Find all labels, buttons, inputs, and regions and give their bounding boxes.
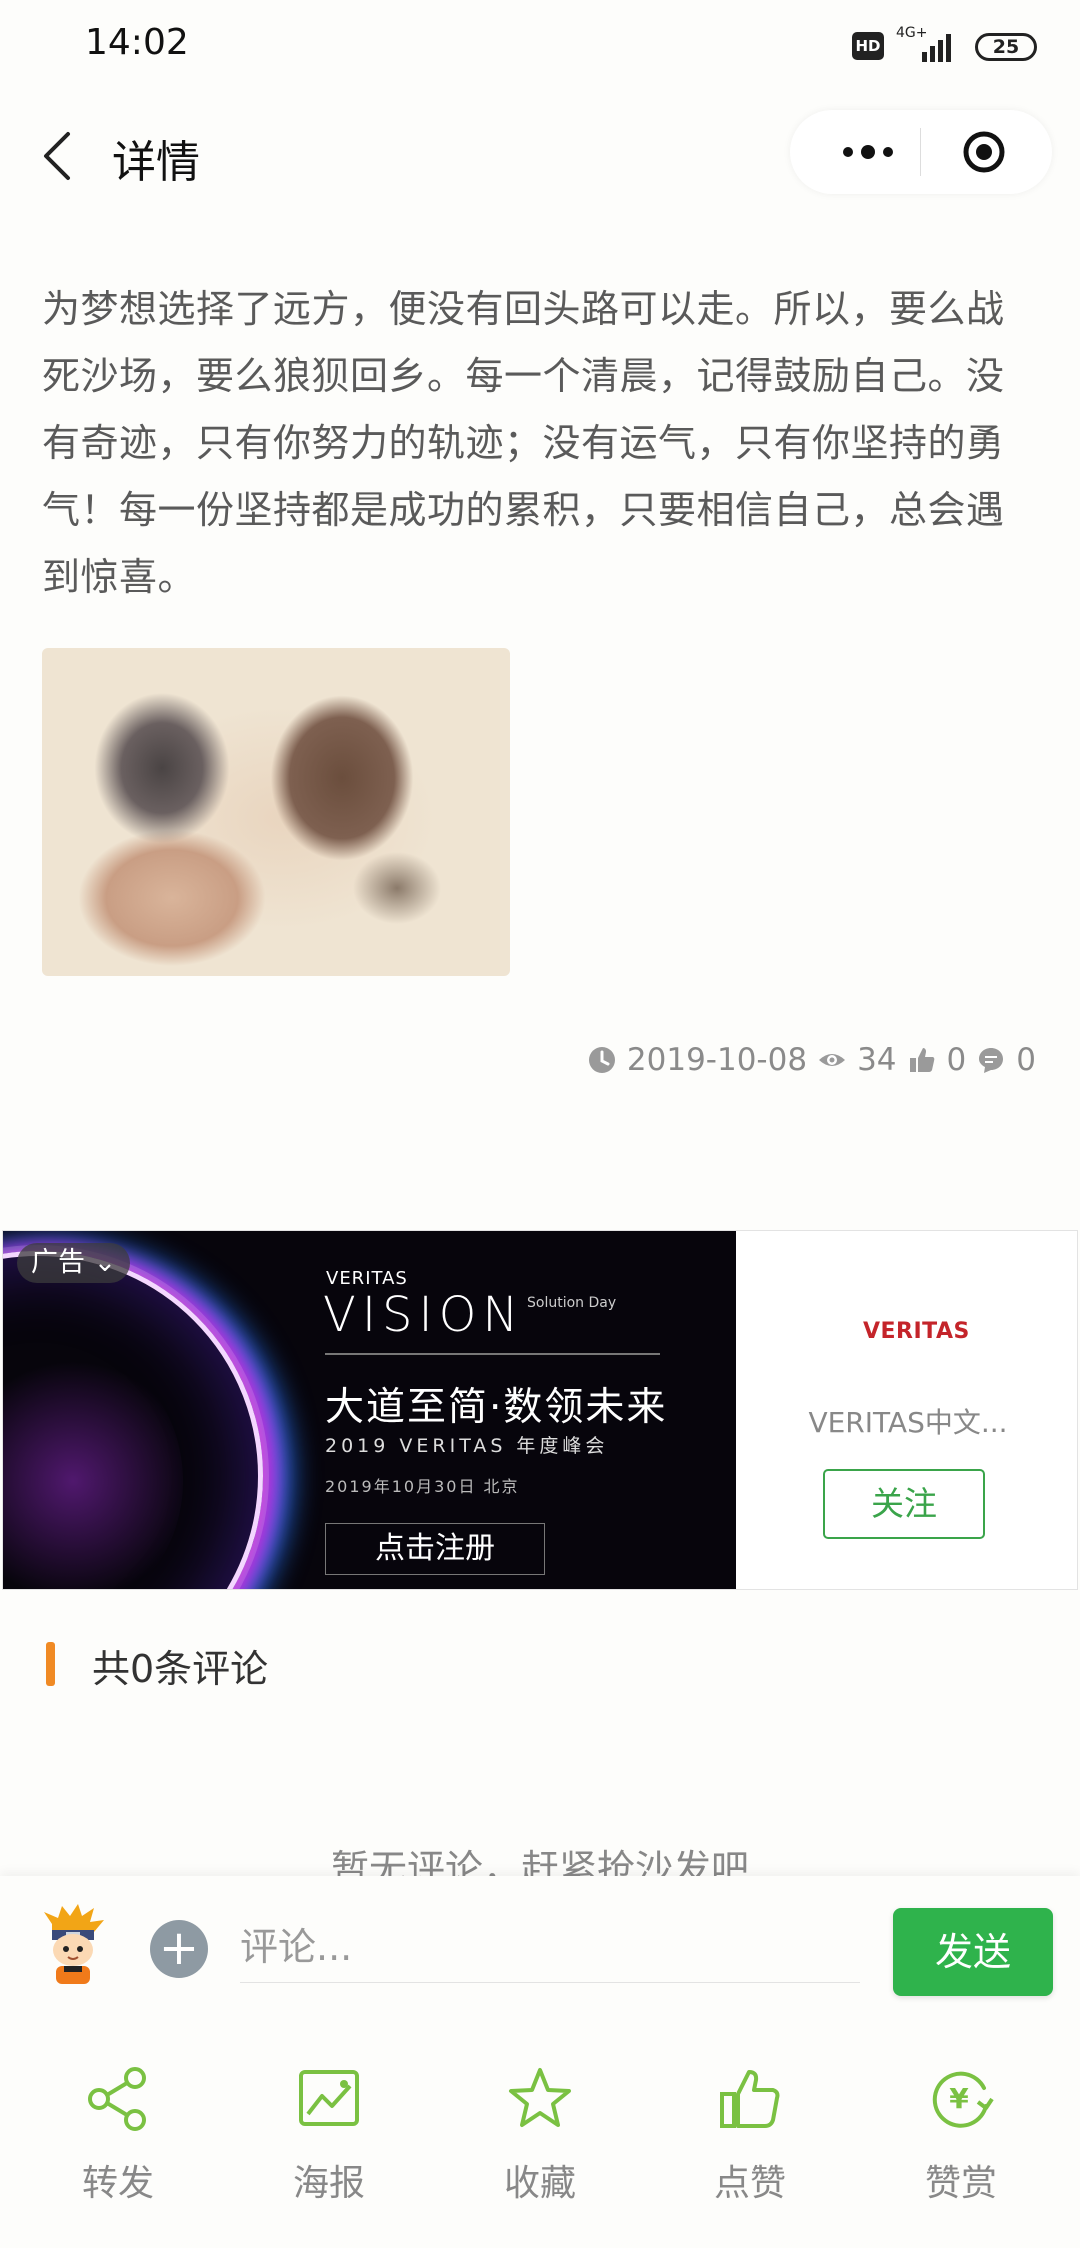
battery-icon: 25 xyxy=(975,33,1037,61)
comment-count: 0 xyxy=(1016,1042,1036,1078)
action-label: 收藏 xyxy=(503,2163,576,2204)
ad-divider xyxy=(325,1353,660,1355)
ad-card[interactable]: 广告 ⌄ VERITAS VISION Solution Day 大道至简·数领… xyxy=(2,1230,1078,1590)
action-label: 赞赏 xyxy=(924,2163,997,2204)
avatar[interactable] xyxy=(38,1904,108,1988)
ad-solution-day: Solution Day xyxy=(527,1295,616,1312)
capsule-divider xyxy=(920,128,921,176)
more-icon[interactable] xyxy=(838,136,898,168)
view-count: 34 xyxy=(857,1042,897,1078)
action-label: 转发 xyxy=(81,2163,154,2204)
like-count: 0 xyxy=(946,1042,967,1078)
svg-text:¥: ¥ xyxy=(949,2082,969,2115)
veritas-logo: VERITAS xyxy=(863,1319,970,1344)
status-time: 14:02 xyxy=(85,22,189,63)
action-label: 海报 xyxy=(292,2163,365,2204)
ad-light-ring xyxy=(3,1251,263,1589)
ad-date-place: 2019年10月30日 北京 xyxy=(325,1477,520,1496)
ad-subtitle: 2019 VERITAS 年度峰会 xyxy=(325,1435,609,1457)
ad-brand-small: VERITAS xyxy=(326,1268,408,1289)
signal-icon xyxy=(922,34,951,62)
article-image[interactable] xyxy=(42,648,510,976)
back-arrow-icon[interactable] xyxy=(38,130,78,182)
ad-vision-title: VISION xyxy=(323,1287,525,1343)
section-marker xyxy=(46,1642,55,1686)
action-reward[interactable]: ¥ 赞赏 xyxy=(886,2066,1036,2206)
reward-icon: ¥ xyxy=(932,2071,994,2128)
page-title: 详情 xyxy=(112,137,200,188)
close-target-icon[interactable] xyxy=(962,130,1006,174)
action-like[interactable]: 点赞 xyxy=(675,2066,825,2206)
ad-tag-label: 广告 xyxy=(31,1247,85,1278)
share-icon xyxy=(88,2067,146,2131)
ad-banner[interactable]: 广告 ⌄ VERITAS VISION Solution Day 大道至简·数领… xyxy=(3,1231,736,1589)
ad-solution-text: Solution Day xyxy=(527,1295,617,1311)
article-text: 为梦想选择了远方，便没有回头路可以走。所以，要么战死沙场，要么狼狈回乡。每一个清… xyxy=(42,287,1005,599)
action-share[interactable]: 转发 xyxy=(43,2066,193,2206)
star-icon xyxy=(509,2068,571,2127)
follow-button[interactable]: 关注 xyxy=(823,1469,985,1539)
clock-icon xyxy=(588,1047,615,1073)
send-button[interactable]: 发送 xyxy=(893,1908,1053,1996)
status-bar: 14:02 HD 4G+ 25 xyxy=(0,0,1080,95)
action-favorite[interactable]: 收藏 xyxy=(465,2066,615,2206)
action-poster[interactable]: 海报 xyxy=(254,2066,404,2206)
action-bar: 转发 海报 收藏 点赞 ¥ 赞赏 xyxy=(0,2066,1080,2236)
action-label: 点赞 xyxy=(713,2163,786,2204)
article-meta: 2019-10-08 34 0 0 xyxy=(587,1040,1036,1080)
mini-program-capsule xyxy=(790,110,1052,194)
ad-account-name: VERITAS中文... xyxy=(808,1406,1008,1439)
chevron-down-icon: ⌄ xyxy=(93,1247,117,1278)
poster-icon xyxy=(299,2070,359,2126)
publish-date: 2019-10-08 xyxy=(626,1042,808,1078)
hd-badge: HD xyxy=(852,32,884,60)
ad-register-button[interactable]: 点击注册 xyxy=(325,1523,545,1575)
comment-input[interactable] xyxy=(240,1912,860,1983)
bottom-panel: + 发送 转发 海报 收藏 xyxy=(0,1876,1080,2248)
comments-title: 共0条评论 xyxy=(92,1647,269,1691)
thumbs-up-small-icon xyxy=(909,1048,934,1072)
comment-icon xyxy=(979,1048,1004,1073)
add-plus-button[interactable]: + xyxy=(150,1920,208,1978)
ad-tag[interactable]: 广告 ⌄ xyxy=(17,1243,131,1283)
thumbs-up-icon xyxy=(720,2070,780,2128)
eye-icon xyxy=(819,1054,846,1066)
ad-slogan: 大道至简·数领未来 xyxy=(325,1385,668,1430)
